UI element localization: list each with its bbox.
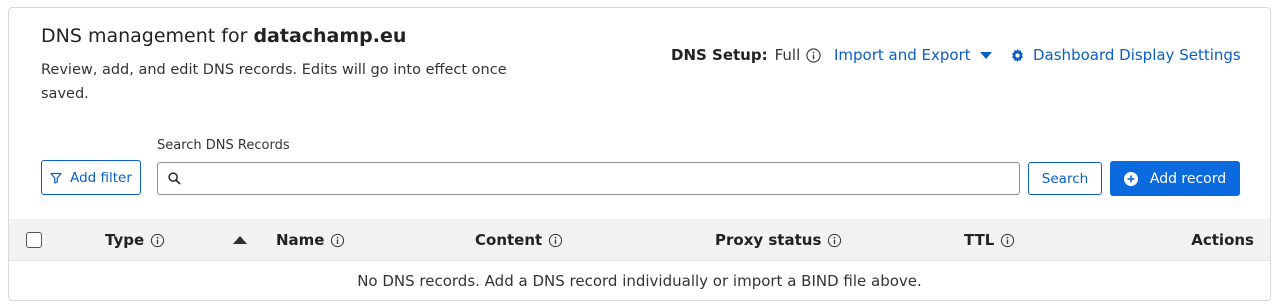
search-input[interactable] (187, 163, 1019, 194)
gear-icon (1012, 48, 1023, 62)
info-icon[interactable] (150, 233, 165, 248)
dns-setup-status: DNS Setup: Full (671, 46, 821, 64)
search-icon (168, 172, 181, 185)
dashboard-display-settings-link[interactable]: Dashboard Display Settings (1011, 46, 1241, 64)
select-all-checkbox[interactable] (26, 232, 42, 248)
column-type[interactable]: Type (105, 231, 165, 249)
column-content-label: Content (475, 231, 543, 249)
title-prefix: DNS management for (41, 25, 248, 47)
caret-down-icon (979, 51, 992, 59)
page-title: DNS management for datachamp.eu (41, 25, 406, 47)
add-record-button[interactable]: Add record (1110, 161, 1240, 196)
dns-management-card: DNS management for datachamp.eu Review, … (8, 7, 1271, 301)
import-export-menu[interactable]: Import and Export (834, 46, 992, 64)
import-export-label: Import and Export (834, 46, 971, 64)
column-name[interactable]: Name (276, 231, 345, 249)
info-icon[interactable] (1000, 233, 1015, 248)
info-icon[interactable] (806, 47, 821, 63)
search-field[interactable] (157, 162, 1020, 195)
dns-setup-label: DNS Setup: (671, 46, 768, 64)
column-content[interactable]: Content (475, 231, 563, 249)
empty-state-message: No DNS records. Add a DNS record individ… (357, 272, 922, 290)
records-table-header: Type Name Content Proxy status TTL Actio… (9, 219, 1270, 261)
page-description: Review, add, and edit DNS records. Edits… (41, 62, 507, 102)
info-icon[interactable] (330, 233, 345, 248)
add-filter-button[interactable]: Add filter (41, 160, 141, 195)
column-name-label: Name (276, 231, 325, 249)
add-record-label: Add record (1149, 170, 1227, 187)
column-actions-label: Actions (1191, 231, 1254, 249)
plus-circle-icon (1123, 171, 1138, 186)
info-icon[interactable] (827, 233, 842, 248)
filter-icon (50, 172, 62, 184)
column-proxy-status-label: Proxy status (715, 231, 822, 249)
info-icon[interactable] (548, 233, 563, 248)
search-label: Search DNS Records (157, 138, 290, 153)
search-button[interactable]: Search (1028, 162, 1102, 195)
column-ttl-label: TTL (964, 231, 995, 249)
column-ttl[interactable]: TTL (964, 231, 1015, 249)
domain-name: datachamp.eu (253, 25, 407, 47)
column-proxy-status[interactable]: Proxy status (715, 231, 842, 249)
dns-setup-value: Full (774, 46, 801, 64)
dashboard-settings-label: Dashboard Display Settings (1033, 46, 1241, 64)
add-filter-label: Add filter (70, 169, 132, 186)
column-actions: Actions (1191, 231, 1254, 249)
sort-ascending-icon[interactable] (233, 236, 247, 244)
search-button-label: Search (1041, 170, 1089, 187)
column-type-label: Type (105, 231, 145, 249)
